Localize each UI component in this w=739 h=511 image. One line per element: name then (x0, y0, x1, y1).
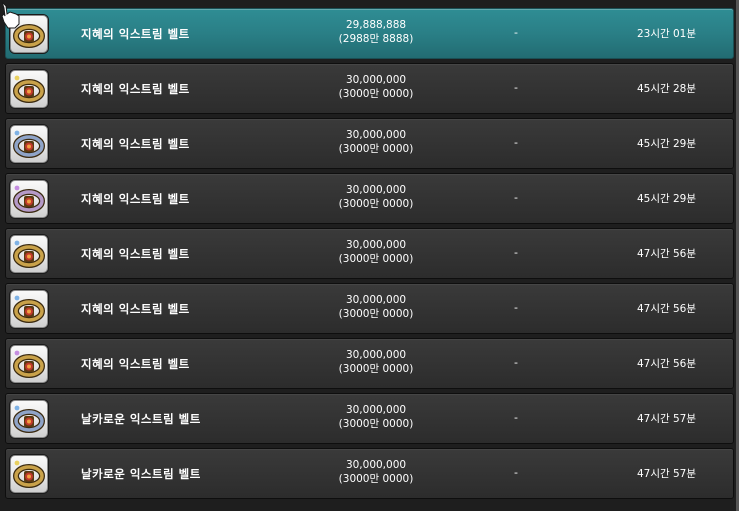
price-korean: (3000만 0000) (338, 253, 414, 265)
item-name: 지혜의 익스트림 벨트 (81, 192, 190, 206)
listing-row[interactable]: 지혜의 익스트림 벨트 30,000,000 (3000만 0000) - 45… (5, 63, 734, 114)
listing-row[interactable]: 지혜의 익스트림 벨트 30,000,000 (3000만 0000) - 47… (5, 283, 734, 334)
item-price: 30,000,000 (3000만 0000) (326, 73, 426, 101)
time-remaining: 47시간 56분 (636, 303, 696, 315)
time-remaining: 45시간 29분 (636, 193, 696, 205)
item-icon-frame (10, 180, 48, 218)
time-remaining: 45시간 29분 (636, 138, 696, 150)
time-remaining: 47시간 57분 (636, 468, 696, 480)
price-korean: (3000만 0000) (338, 308, 414, 320)
time-remaining: 45시간 28분 (636, 83, 696, 95)
item-price: 30,000,000 (3000만 0000) (326, 403, 426, 431)
extra-column: - (514, 26, 518, 39)
item-name: 지혜의 익스트림 벨트 (81, 27, 190, 41)
time-remaining: 47시간 57분 (636, 413, 696, 425)
listing-row[interactable]: 지혜의 익스트림 벨트 30,000,000 (3000만 0000) - 47… (5, 338, 734, 389)
extreme-belt-icon (13, 460, 45, 488)
price-korean: (3000만 0000) (338, 473, 414, 485)
price-number: 30,000,000 (345, 404, 407, 416)
item-price: 30,000,000 (3000만 0000) (326, 183, 426, 211)
extreme-belt-icon (13, 350, 45, 378)
item-price: 30,000,000 (3000만 0000) (326, 348, 426, 376)
extreme-belt-icon (13, 405, 45, 433)
extreme-belt-icon (13, 75, 45, 103)
extreme-belt-icon (13, 240, 45, 268)
item-icon-frame (10, 235, 48, 273)
item-icon-frame (10, 345, 48, 383)
price-number: 30,000,000 (345, 294, 407, 306)
price-korean: (3000만 0000) (338, 418, 414, 430)
price-korean: (3000만 0000) (338, 143, 414, 155)
price-number: 29,888,888 (345, 19, 407, 31)
listing-row[interactable]: 지혜의 익스트림 벨트 29,888,888 (2988만 8888) - 23… (5, 8, 734, 59)
item-name: 지혜의 익스트림 벨트 (81, 82, 190, 96)
item-icon-frame (10, 455, 48, 493)
extra-column: - (514, 136, 518, 149)
item-name: 날카로운 익스트림 벨트 (81, 467, 201, 481)
extreme-belt-icon (13, 185, 45, 213)
extreme-belt-icon (13, 295, 45, 323)
price-korean: (3000만 0000) (338, 198, 414, 210)
extra-column: - (514, 466, 518, 479)
item-price: 29,888,888 (2988만 8888) (326, 18, 426, 46)
extra-column: - (514, 356, 518, 369)
listing-row[interactable]: 지혜의 익스트림 벨트 30,000,000 (3000만 0000) - 47… (5, 228, 734, 279)
extra-column: - (514, 246, 518, 259)
item-price: 30,000,000 (3000만 0000) (326, 293, 426, 321)
price-number: 30,000,000 (345, 184, 407, 196)
item-name: 날카로운 익스트림 벨트 (81, 412, 201, 426)
auction-listing-list: 지혜의 익스트림 벨트 29,888,888 (2988만 8888) - 23… (0, 0, 739, 511)
price-number: 30,000,000 (345, 459, 407, 471)
price-number: 30,000,000 (345, 349, 407, 361)
price-korean: (2988만 8888) (338, 33, 414, 45)
price-korean: (3000만 0000) (338, 88, 414, 100)
listing-row[interactable]: 지혜의 익스트림 벨트 30,000,000 (3000만 0000) - 45… (5, 173, 734, 224)
extreme-belt-icon (13, 130, 45, 158)
time-remaining: 47시간 56분 (636, 248, 696, 260)
item-name: 지혜의 익스트림 벨트 (81, 302, 190, 316)
item-icon-frame (10, 125, 48, 163)
item-price: 30,000,000 (3000만 0000) (326, 238, 426, 266)
item-name: 지혜의 익스트림 벨트 (81, 357, 190, 371)
time-remaining: 47시간 56분 (636, 358, 696, 370)
price-number: 30,000,000 (345, 239, 407, 251)
item-icon-frame (10, 400, 48, 438)
extra-column: - (514, 81, 518, 94)
extra-column: - (514, 191, 518, 204)
listing-row[interactable]: 날카로운 익스트림 벨트 30,000,000 (3000만 0000) - 4… (5, 448, 734, 499)
price-number: 30,000,000 (345, 74, 407, 86)
extra-column: - (514, 411, 518, 424)
item-price: 30,000,000 (3000만 0000) (326, 458, 426, 486)
item-name: 지혜의 익스트림 벨트 (81, 137, 190, 151)
price-number: 30,000,000 (345, 129, 407, 141)
item-price: 30,000,000 (3000만 0000) (326, 128, 426, 156)
item-name: 지혜의 익스트림 벨트 (81, 247, 190, 261)
item-icon-frame (10, 290, 48, 328)
hand-cursor-icon (1, 1, 20, 29)
item-icon-frame (10, 70, 48, 108)
price-korean: (3000만 0000) (338, 363, 414, 375)
listing-row[interactable]: 지혜의 익스트림 벨트 30,000,000 (3000만 0000) - 45… (5, 118, 734, 169)
time-remaining: 23시간 01분 (636, 28, 696, 40)
extra-column: - (514, 301, 518, 314)
listing-row[interactable]: 날카로운 익스트림 벨트 30,000,000 (3000만 0000) - 4… (5, 393, 734, 444)
